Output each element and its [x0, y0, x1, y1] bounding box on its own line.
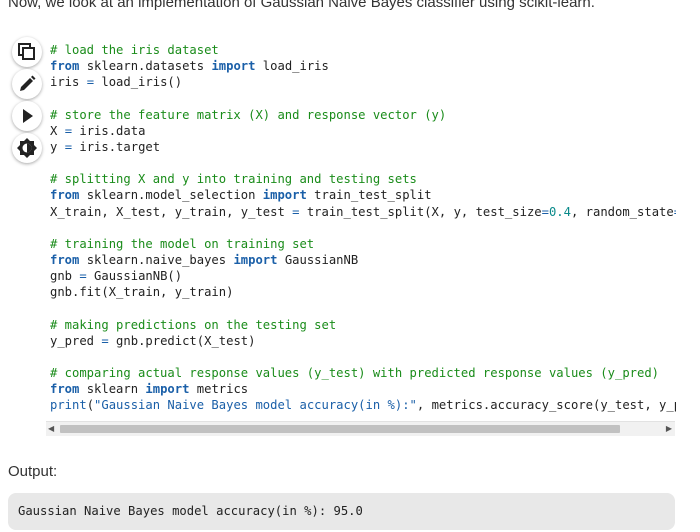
code-line: gnb.fit(X_train, y_train): [50, 285, 233, 299]
copy-icon: [18, 43, 35, 60]
code-token: # comparing actual response values (y_te…: [50, 366, 660, 381]
code-token: from: [50, 382, 80, 397]
code-text: # load the iris dataset from sklearn.dat…: [46, 42, 676, 414]
code-token: y_pred: [50, 333, 102, 348]
code-line: from sklearn.datasets import load_iris: [50, 59, 329, 73]
code-token: "Gaussian Naive Bayes model accuracy(in …: [94, 398, 417, 413]
code-line: print("Gaussian Naive Bayes model accura…: [50, 398, 676, 412]
code-token: import: [145, 382, 190, 397]
edit-button[interactable]: [12, 69, 42, 99]
code-token: X_train, X_test, y_train, y_test: [50, 204, 293, 219]
code-token: =: [64, 123, 73, 138]
intro-text: Now, we look at an implementation of Gau…: [8, 0, 595, 11]
code-line: # training the model on training set: [50, 237, 314, 251]
code-token: from: [50, 59, 80, 74]
code-line: X_train, X_test, y_train, y_test = train…: [50, 205, 676, 219]
code-token: iris.data: [72, 123, 146, 138]
code-token: train_test_split: [306, 188, 432, 203]
code-token: GaussianNB: [277, 253, 359, 268]
code-token: # splitting X and y into training and te…: [50, 172, 417, 187]
code-token: metrics: [189, 382, 249, 397]
code-token: sklearn: [79, 382, 146, 397]
run-icon: [23, 109, 33, 123]
code-line: # load the iris dataset: [50, 43, 219, 57]
code-token: =: [541, 204, 549, 219]
code-token: X: [50, 123, 65, 138]
code-token: from: [50, 253, 80, 268]
code-token: gnb: [50, 269, 80, 284]
code-token: from: [50, 188, 80, 203]
code-token: GaussianNB(): [86, 269, 183, 284]
output-label: Output:: [8, 463, 58, 480]
code-token: , metrics.accuracy_score(y_test, y_pred): [416, 398, 676, 413]
code-line: y = iris.target: [50, 140, 160, 154]
scroll-right-icon[interactable]: ▶: [666, 424, 672, 434]
code-token: =: [101, 333, 109, 348]
theme-toggle-button[interactable]: [12, 133, 42, 163]
code-token: # load the iris dataset: [50, 43, 219, 57]
edit-icon: [20, 75, 36, 91]
code-token: import: [262, 188, 307, 203]
code-token: gnb.predict(X_test): [108, 333, 256, 348]
run-button[interactable]: [12, 101, 42, 131]
code-token: import: [233, 253, 278, 268]
theme-icon: [17, 138, 37, 158]
code-line: # store the feature matrix (X) and respo…: [50, 108, 446, 122]
code-token: # training the model on training set: [50, 236, 315, 251]
output-text: Gaussian Naive Bayes model accuracy(in %…: [18, 504, 363, 518]
code-line: # making predictions on the testing set: [50, 318, 336, 332]
code-line: iris = load_iris(): [50, 75, 182, 89]
code-token: =: [674, 205, 676, 219]
code-token: , random_state: [570, 204, 674, 219]
code-token: iris.target: [72, 139, 161, 154]
code-token: iris: [50, 75, 87, 90]
code-token: sklearn.naive_bayes: [79, 253, 234, 268]
code-token: # making predictions on the testing set: [50, 317, 337, 332]
code-token: =: [64, 139, 73, 154]
code-token: # store the feature matrix (X) and respo…: [50, 107, 447, 122]
code-token: import: [211, 59, 256, 74]
code-line: # comparing actual response values (y_te…: [50, 366, 659, 380]
code-line: from sklearn.naive_bayes import Gaussian…: [50, 253, 358, 267]
scroll-left-icon[interactable]: ◀: [48, 424, 54, 434]
copy-button[interactable]: [12, 37, 42, 67]
code-line: y_pred = gnb.predict(X_test): [50, 334, 255, 348]
code-token: load_iris(): [94, 75, 183, 90]
code-token: gnb.fit(X_train, y_train): [50, 285, 234, 300]
code-token: sklearn.model_selection: [79, 188, 263, 203]
output-block: Gaussian Naive Bayes model accuracy(in %…: [8, 493, 675, 530]
horizontal-scrollbar[interactable]: ◀ ▶: [46, 421, 675, 436]
scrollbar-thumb[interactable]: [60, 425, 620, 433]
code-token: =: [86, 75, 95, 90]
code-line: from sklearn.model_selection import trai…: [50, 188, 432, 202]
code-token: y: [50, 139, 65, 154]
code-token: sklearn.datasets: [79, 59, 212, 74]
code-token: 0.4: [548, 204, 571, 219]
code-line: X = iris.data: [50, 124, 145, 138]
code-token: train_test_split(X, y, test_size: [299, 204, 542, 219]
code-token: (: [86, 398, 95, 413]
code-token: =: [79, 269, 87, 284]
code-line: gnb = GaussianNB(): [50, 269, 182, 283]
code-block[interactable]: # load the iris dataset from sklearn.dat…: [46, 42, 676, 423]
code-token: print: [50, 398, 87, 413]
code-line: # splitting X and y into training and te…: [50, 172, 417, 186]
code-line: from sklearn import metrics: [50, 382, 248, 396]
code-token: load_iris: [255, 59, 329, 74]
